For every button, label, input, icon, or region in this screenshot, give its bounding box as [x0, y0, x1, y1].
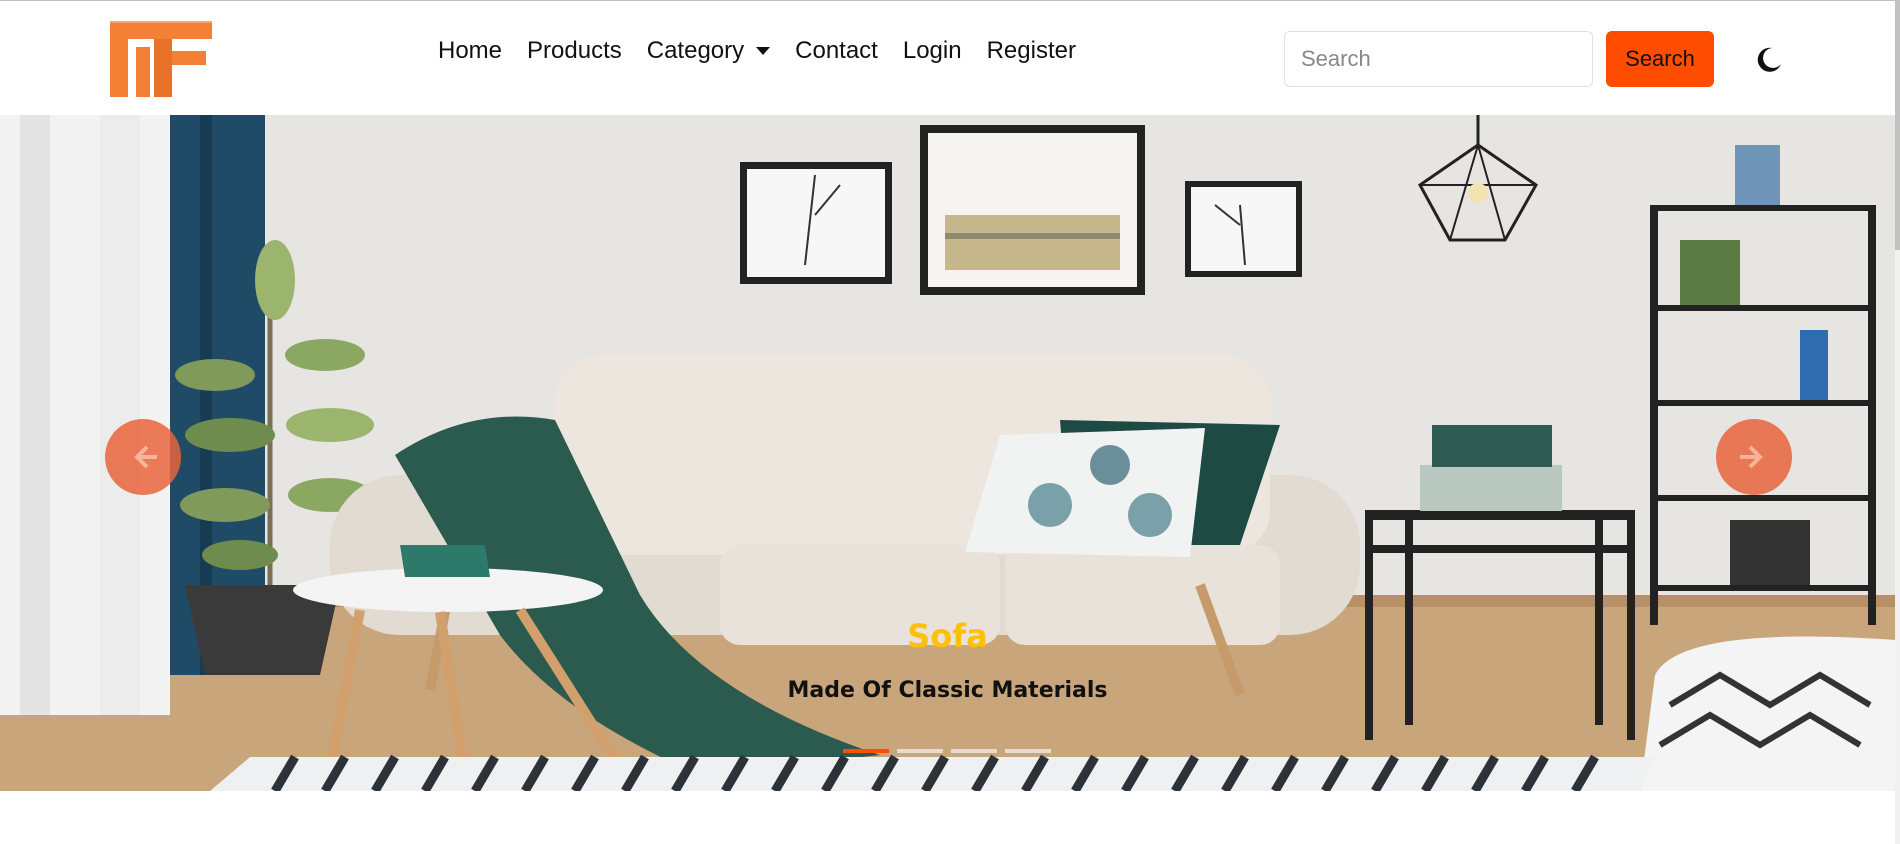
nav-register[interactable]: Register [987, 39, 1076, 63]
carousel-indicator-1[interactable] [843, 749, 889, 753]
slide-title: Sofa [907, 617, 988, 655]
moon-icon[interactable] [1754, 45, 1784, 75]
nav-category-label: Category [646, 37, 745, 64]
chevron-down-icon [756, 47, 771, 55]
search-input[interactable] [1284, 31, 1593, 87]
navbar: Home Products Category Contact Login Reg… [0, 0, 1895, 115]
carousel-indicators [843, 749, 1051, 753]
carousel-indicator-4[interactable] [1005, 749, 1051, 753]
carousel-prev-button[interactable] [105, 419, 181, 495]
arrow-right-icon [1740, 445, 1763, 469]
nav-contact[interactable]: Contact [795, 39, 878, 63]
nav-category-dropdown[interactable]: Category [646, 37, 771, 64]
slide-subtitle: Made Of Classic Materials [787, 678, 1108, 703]
nav-login[interactable]: Login [903, 39, 962, 63]
scrollbar-thumb[interactable] [1895, 0, 1900, 250]
nav-products[interactable]: Products [527, 39, 622, 63]
main-nav: Home Products Category Contact Login Reg… [438, 39, 1101, 63]
nav-home[interactable]: Home [438, 39, 502, 63]
arrow-left-icon [134, 445, 157, 469]
carousel-indicator-2[interactable] [897, 749, 943, 753]
hero-carousel: Sofa Made Of Classic Materials [0, 115, 1895, 791]
search-button[interactable]: Search [1606, 31, 1714, 87]
mf-logo-icon[interactable] [110, 21, 212, 97]
carousel-indicator-3[interactable] [951, 749, 997, 753]
carousel-next-button[interactable] [1716, 419, 1792, 495]
page-scrollbar[interactable] [1895, 0, 1900, 844]
